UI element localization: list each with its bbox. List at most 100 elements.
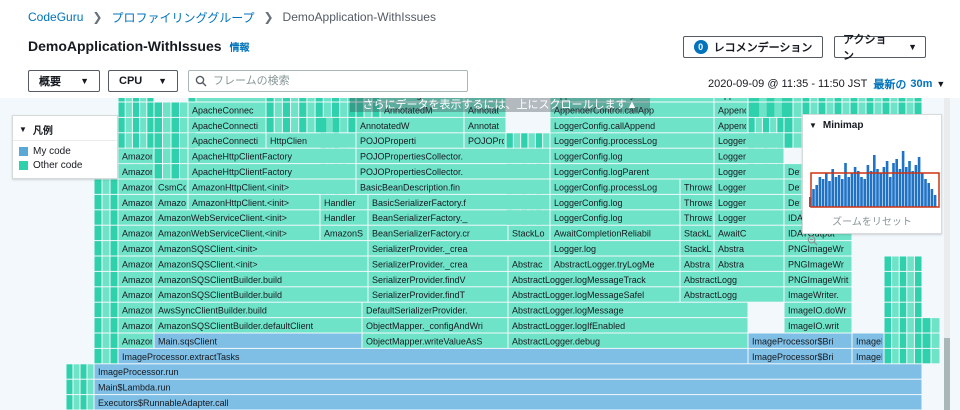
flame-frame-filler[interactable] (333, 117, 340, 133)
flame-frame-filler[interactable] (73, 379, 80, 395)
flame-frame-filler[interactable] (140, 98, 147, 102)
flame-frame-filler[interactable] (892, 333, 899, 348)
flame-frame-filler[interactable] (340, 98, 348, 102)
flame-frame-filler[interactable] (171, 148, 180, 164)
flame-frame-filler[interactable] (775, 102, 782, 117)
flame-frame-filler[interactable] (767, 102, 775, 117)
flame-frame-filler[interactable] (110, 256, 118, 271)
flame-frame-filler[interactable] (899, 287, 907, 302)
flame-frame-filler[interactable] (810, 98, 818, 102)
flame-frame-filler[interactable] (110, 241, 118, 256)
flame-frame-filler[interactable] (180, 148, 188, 164)
flame-frame-filler[interactable] (94, 333, 102, 348)
flame-frame-filler[interactable] (154, 117, 163, 133)
flame-frame-filler[interactable] (102, 241, 110, 256)
flame-frame-filler[interactable] (782, 98, 790, 102)
flame-frame-filler[interactable] (147, 98, 154, 102)
zoom-value[interactable]: 30m (910, 78, 932, 90)
flame-frame-filler[interactable] (543, 133, 550, 148)
flame-frame-filler[interactable] (102, 318, 110, 333)
flame-frame-filler[interactable] (834, 98, 842, 102)
scrollbar-thumb[interactable] (944, 338, 950, 410)
zoom-label[interactable]: 最新の (873, 76, 906, 92)
flame-frame-filler[interactable] (914, 333, 922, 348)
flame-frame-filler[interactable] (125, 117, 132, 133)
flame-frame-filler[interactable] (323, 98, 331, 102)
search-input[interactable] (211, 74, 451, 88)
flame-frame-filler[interactable] (914, 287, 922, 302)
flame-frame-filler[interactable] (94, 271, 102, 287)
flame-frame-filler[interactable] (266, 117, 274, 133)
flame-frame-filler[interactable] (907, 318, 914, 333)
flame-frame-filler[interactable] (892, 271, 899, 287)
flame-frame-filler[interactable] (274, 98, 282, 102)
flame-frame-filler[interactable] (793, 102, 802, 117)
flame-frame-filler[interactable] (94, 348, 102, 364)
flame-frame-filler[interactable] (850, 98, 858, 102)
flame-frame-filler[interactable] (163, 102, 171, 117)
flame-frame-filler[interactable] (882, 98, 890, 102)
flame-frame-filler[interactable] (147, 133, 154, 148)
flame-frame-filler[interactable] (884, 287, 892, 302)
flame-frame-filler[interactable] (892, 318, 899, 333)
flame-frame-filler[interactable] (914, 98, 922, 102)
flame-frame-filler[interactable] (907, 302, 914, 318)
flame-frame-filler[interactable] (892, 348, 899, 364)
flame-frame-filler[interactable] (154, 102, 163, 117)
flame-frame-filler[interactable] (180, 102, 188, 117)
flame-frame-filler[interactable] (87, 395, 94, 410)
flame-frame-filler[interactable] (163, 117, 171, 133)
flame-frame-filler[interactable] (125, 133, 132, 148)
flame-frame-filler[interactable] (163, 148, 171, 164)
flame-frame-filler[interactable] (320, 117, 327, 133)
flame-frame-filler[interactable] (66, 364, 73, 379)
flame-frame-filler[interactable] (94, 210, 102, 225)
flame-frame-filler[interactable] (132, 98, 140, 102)
flame-frame-filler[interactable] (892, 287, 899, 302)
flame-frame-filler[interactable] (506, 133, 513, 148)
minimap-header[interactable]: ▼ Minimap (809, 120, 863, 131)
flame-frame-filler[interactable] (892, 256, 899, 271)
reset-zoom-button[interactable]: ズームをリセット (803, 213, 941, 246)
flame-frame-filler[interactable] (102, 287, 110, 302)
flame-frame-filler[interactable] (266, 98, 274, 102)
flame-frame-filler[interactable] (914, 256, 922, 271)
flame-frame-filler[interactable] (118, 133, 125, 148)
flame-frame-filler[interactable] (770, 117, 777, 133)
flame-frame-filler[interactable] (102, 302, 110, 318)
flame-frame-filler[interactable] (282, 98, 291, 102)
flame-frame-filler[interactable] (102, 333, 110, 348)
flame-frame-filler[interactable] (914, 302, 922, 318)
flame-frame-filler[interactable] (118, 102, 125, 117)
flame-frame-filler[interactable] (274, 102, 282, 117)
flame-frame-filler[interactable] (110, 287, 118, 302)
flame-frame-filler[interactable] (266, 102, 274, 117)
flame-frame-filler[interactable] (171, 102, 180, 117)
flame-frame-filler[interactable] (154, 133, 163, 148)
flame-frame-filler[interactable] (890, 98, 898, 102)
flame-frame-filler[interactable] (80, 379, 87, 395)
flame-frame-filler[interactable] (180, 164, 188, 179)
flame-frame-filler[interactable] (793, 133, 802, 148)
flame-frame-filler[interactable] (87, 379, 94, 395)
flame-frame-filler[interactable] (793, 98, 802, 102)
flame-frame-filler[interactable] (331, 98, 340, 102)
breadcrumb-codeguru[interactable]: CodeGuru (28, 10, 83, 24)
flame-frame-filler[interactable] (94, 302, 102, 318)
flame-frame-filler[interactable] (188, 98, 196, 102)
flame-frame-filler[interactable] (87, 364, 94, 379)
flame-frame-filler[interactable] (299, 117, 307, 133)
flame-frame-filler[interactable] (755, 117, 762, 133)
flame-frame-filler[interactable] (94, 287, 102, 302)
flame-frame-filler[interactable] (802, 98, 810, 102)
flame-frame-filler[interactable] (907, 256, 914, 271)
flame-frame-filler[interactable] (125, 98, 132, 102)
flame-frame-filler[interactable] (163, 164, 171, 179)
flame-frame-filler[interactable] (884, 333, 892, 348)
flame-frame-filler[interactable] (291, 117, 299, 133)
flame-frame-filler[interactable] (899, 318, 907, 333)
flame-frame-filler[interactable] (931, 333, 940, 348)
flame-frame-filler[interactable] (307, 98, 315, 102)
flame-frame-filler[interactable] (110, 225, 118, 241)
recommendations-button[interactable]: 0 レコメンデーション (683, 36, 823, 58)
